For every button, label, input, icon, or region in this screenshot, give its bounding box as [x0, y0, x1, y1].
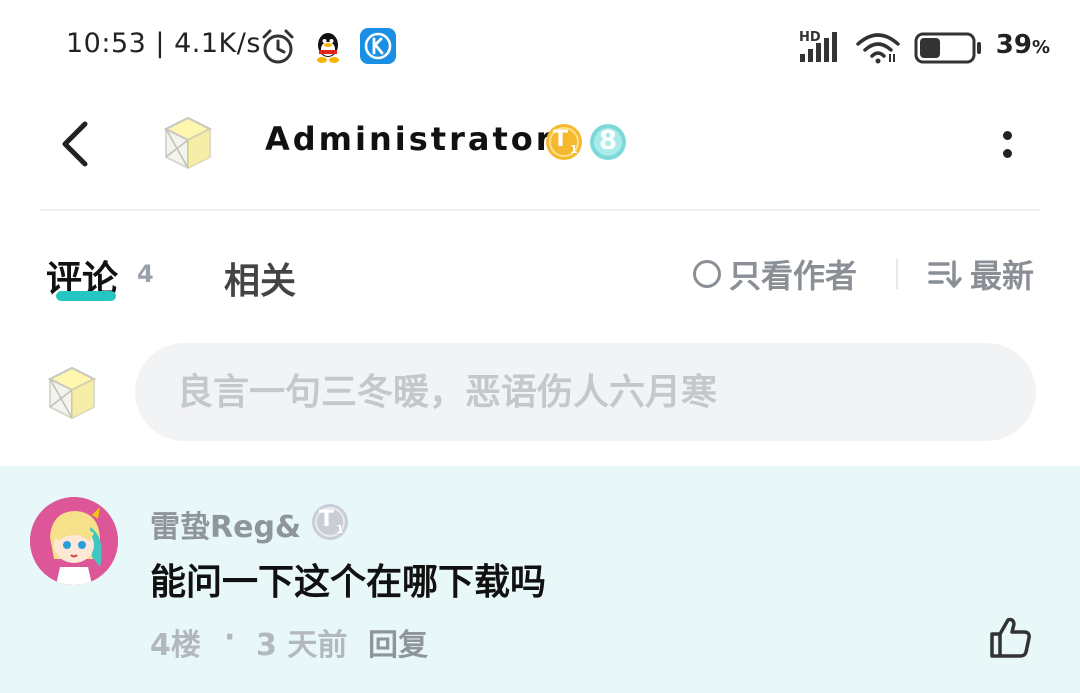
- commenter-title-badge: T 1: [310, 502, 350, 542]
- more-dot-icon: [1002, 130, 1012, 140]
- active-tab-indicator: [56, 291, 116, 301]
- tab-related[interactable]: 相关: [224, 252, 296, 304]
- filter-divider: [896, 259, 898, 289]
- more-options-button[interactable]: [992, 122, 1022, 166]
- chevron-left-icon: [62, 121, 88, 167]
- profile-username[interactable]: Administrator: [265, 120, 555, 158]
- comment-input[interactable]: [135, 343, 1036, 441]
- sort-icon: [928, 260, 962, 288]
- battery-percent: 39%: [995, 30, 1050, 60]
- kugou-icon: [360, 28, 396, 64]
- comments-count: 4: [137, 260, 154, 288]
- like-button[interactable]: [986, 614, 1034, 662]
- level-badge: 8: [588, 122, 628, 162]
- author-only-label: 只看作者: [729, 257, 858, 295]
- comment-time: 3 天前: [256, 628, 348, 663]
- alarm-icon: [262, 29, 294, 64]
- wifi-icon: [856, 33, 900, 64]
- avatar[interactable]: [160, 114, 216, 172]
- commenter-username[interactable]: 雷蛰Reg&: [150, 502, 301, 546]
- meta-separator: ·: [224, 620, 236, 655]
- comment-floor: 4楼: [150, 628, 201, 663]
- thumbs-up-icon: [990, 617, 1031, 658]
- more-dot-icon: [1002, 148, 1012, 158]
- sort-latest-button[interactable]: 最新: [928, 254, 1035, 295]
- back-button[interactable]: [52, 114, 96, 174]
- battery-icon: [914, 32, 981, 64]
- user-title-badge: T 1: [544, 122, 584, 162]
- commenter-avatar[interactable]: [30, 497, 118, 585]
- my-avatar: [47, 366, 97, 420]
- reply-button[interactable]: 回复: [368, 620, 428, 664]
- sort-latest-label: 最新: [970, 257, 1035, 295]
- radio-circle-icon: [693, 260, 721, 288]
- qq-icon: [317, 33, 339, 63]
- author-only-toggle[interactable]: 只看作者: [693, 254, 858, 295]
- signal-icon: [800, 32, 837, 62]
- header-divider: [40, 209, 1040, 211]
- comment-text: 能问一下这个在哪下载吗: [150, 562, 547, 603]
- status-time: 10:53 | 4.1K/s: [66, 28, 261, 59]
